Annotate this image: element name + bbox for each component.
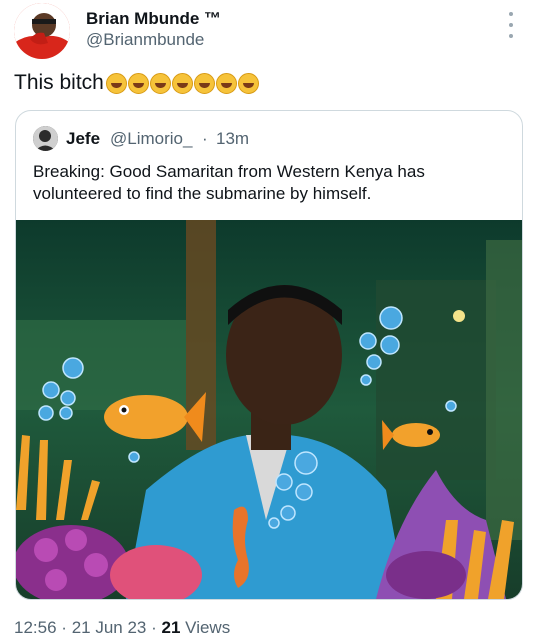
quoted-separator: ·: [202, 129, 208, 148]
quoted-author-handle: @Limorio_: [110, 129, 193, 148]
quoted-author-avatar: [33, 126, 58, 151]
quoted-author-name: Jefe: [66, 129, 101, 148]
quoted-tweet[interactable]: Jefe @Limorio_ · 13m Breaking: Good Sama…: [15, 110, 523, 600]
views-label[interactable]: Views: [185, 618, 230, 637]
views-count[interactable]: 21: [162, 618, 181, 637]
quoted-image[interactable]: [16, 220, 522, 599]
meta-separator: ·: [151, 618, 157, 637]
author-name[interactable]: Brian Mbunde ™: [86, 9, 221, 29]
more-options-icon[interactable]: [505, 12, 517, 38]
quoted-timestamp: 13m: [216, 129, 250, 148]
author-handle[interactable]: @Brianmbunde: [86, 30, 204, 50]
tweet-time[interactable]: 12:56: [14, 618, 57, 637]
meta-separator: ·: [61, 618, 67, 637]
tweet-text-body: This bitch: [14, 71, 104, 94]
tweet-text: This bitch: [14, 71, 260, 95]
tweet-date[interactable]: 21 Jun 23: [72, 618, 147, 637]
tweet-header: Brian Mbunde ™ @Brianmbunde: [0, 0, 537, 64]
quoted-text: Breaking: Good Samaritan from Western Ke…: [33, 162, 425, 203]
author-avatar[interactable]: [14, 3, 70, 59]
tweet-meta: 12:56 · 21 Jun 23 · 21 Views: [14, 618, 230, 638]
laughing-emoji-icon: [105, 72, 260, 94]
